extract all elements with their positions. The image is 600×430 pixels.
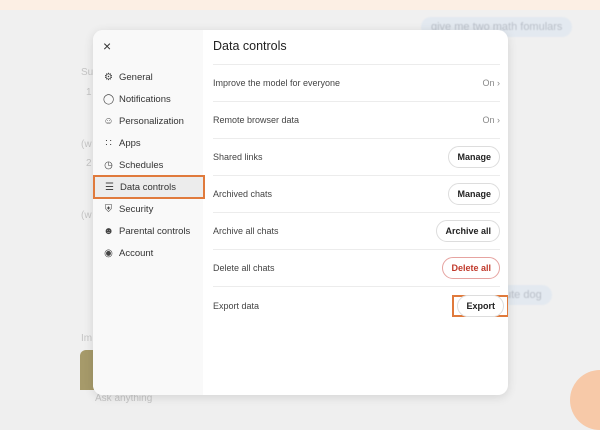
chevron-right-icon: › xyxy=(497,115,500,125)
setting-label: Delete all chats xyxy=(213,263,275,273)
sidebar-item-label: Account xyxy=(119,247,154,259)
clock-icon: ◷ xyxy=(104,159,113,171)
database-icon: ☰ xyxy=(105,181,114,193)
setting-label: Shared links xyxy=(213,152,263,162)
ghost-text: 1 xyxy=(86,87,92,98)
setting-label: Improve the model for everyone xyxy=(213,78,341,88)
setting-row: Export data Export xyxy=(213,287,508,324)
sidebar-item-personalization[interactable]: ☺ Personalization xyxy=(93,110,203,132)
user-circle-icon: ◉ xyxy=(104,247,113,259)
settings-modal: × ⚙ General ◯ Notifications ☺ Personalization… xyxy=(93,30,508,395)
ghost-text: Im xyxy=(81,333,93,344)
sidebar-item-data-controls[interactable]: ☰ Data controls xyxy=(93,175,205,199)
setting-row: Shared links Manage xyxy=(213,139,500,176)
setting-label: Archived chats xyxy=(213,189,273,199)
sidebar-item-label: Data controls xyxy=(120,181,176,193)
setting-label: Export data xyxy=(213,300,260,311)
setting-value[interactable]: On › xyxy=(482,78,500,88)
ghost-text: (w xyxy=(81,210,92,221)
sidebar-item-account[interactable]: ◉ Account xyxy=(93,242,203,264)
value-text: On xyxy=(482,115,495,125)
sidebar-item-apps[interactable]: ∷ Apps xyxy=(93,132,203,154)
ghost-text: (w xyxy=(81,139,92,150)
settings-sidebar: × ⚙ General ◯ Notifications ☺ Personalization… xyxy=(93,30,205,395)
people-icon: ☻ xyxy=(103,225,114,237)
page-title: Data controls xyxy=(213,30,500,65)
settings-content: Data controls Improve the model for ever… xyxy=(203,30,508,395)
gear-icon: ⚙ xyxy=(104,71,113,83)
sidebar-item-general[interactable]: ⚙ General xyxy=(93,66,203,88)
top-band xyxy=(0,0,600,10)
shield-icon: ⛨ xyxy=(104,203,113,215)
sidebar-item-notifications[interactable]: ◯ Notifications xyxy=(93,88,203,110)
delete-all-button[interactable]: Delete all xyxy=(442,257,500,279)
chevron-right-icon: › xyxy=(497,78,500,88)
sidebar-item-schedules[interactable]: ◷ Schedules xyxy=(93,154,203,176)
export-button[interactable]: Export xyxy=(457,294,504,317)
sidebar-item-label: General xyxy=(119,71,153,83)
image-thumbnail xyxy=(80,350,94,390)
value-text: On xyxy=(482,78,495,88)
setting-label: Remote browser data xyxy=(213,115,300,125)
setting-row: Archived chats Manage xyxy=(213,176,500,213)
setting-row: Delete all chats Delete all xyxy=(213,250,500,287)
export-highlight: Export xyxy=(452,294,508,317)
sidebar-item-label: Schedules xyxy=(119,159,164,171)
close-icon[interactable]: × xyxy=(103,38,111,54)
ghost-text: 2 xyxy=(86,158,92,169)
setting-value[interactable]: On › xyxy=(482,115,500,125)
setting-row: Improve the model for everyone On › xyxy=(213,65,500,102)
sidebar-item-label: Parental controls xyxy=(119,225,191,237)
manage-button[interactable]: Manage xyxy=(448,146,500,168)
ghost-text: Su xyxy=(81,67,94,78)
setting-row: Remote browser data On › xyxy=(213,102,500,139)
sidebar-item-security[interactable]: ⛨ Security xyxy=(93,198,203,220)
setting-label: Archive all chats xyxy=(213,226,279,236)
bell-icon: ◯ xyxy=(103,93,115,105)
sidebar-item-label: Apps xyxy=(119,137,141,149)
sidebar-item-label: Notifications xyxy=(119,93,171,105)
archive-all-button[interactable]: Archive all xyxy=(436,220,500,242)
sidebar-item-parental-controls[interactable]: ☻ Parental controls xyxy=(93,220,203,242)
setting-row: Archive all chats Archive all xyxy=(213,213,500,250)
smile-icon: ☺ xyxy=(103,115,114,127)
grid-icon: ∷ xyxy=(105,137,112,149)
sidebar-item-label: Security xyxy=(119,203,154,215)
manage-button[interactable]: Manage xyxy=(448,183,500,205)
sidebar-item-label: Personalization xyxy=(119,115,184,127)
